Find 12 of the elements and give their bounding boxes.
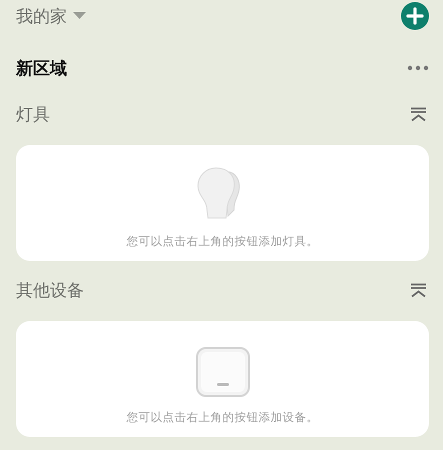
section-title: 其他设备 xyxy=(16,280,84,302)
collapse-icon[interactable] xyxy=(410,106,427,122)
home-selector[interactable]: 我的家 xyxy=(16,4,86,28)
more-icon[interactable] xyxy=(407,65,429,71)
empty-hint: 您可以点击右上角的按钮添加设备。 xyxy=(126,410,318,425)
area-title: 新区域 xyxy=(16,58,67,80)
caret-icon xyxy=(73,12,86,20)
collapse-icon[interactable] xyxy=(410,282,427,298)
section-title: 灯具 xyxy=(16,104,50,126)
empty-hint: 您可以点击右上角的按钮添加灯具。 xyxy=(126,234,318,249)
add-icon[interactable] xyxy=(401,2,429,30)
switch-icon xyxy=(194,346,250,398)
